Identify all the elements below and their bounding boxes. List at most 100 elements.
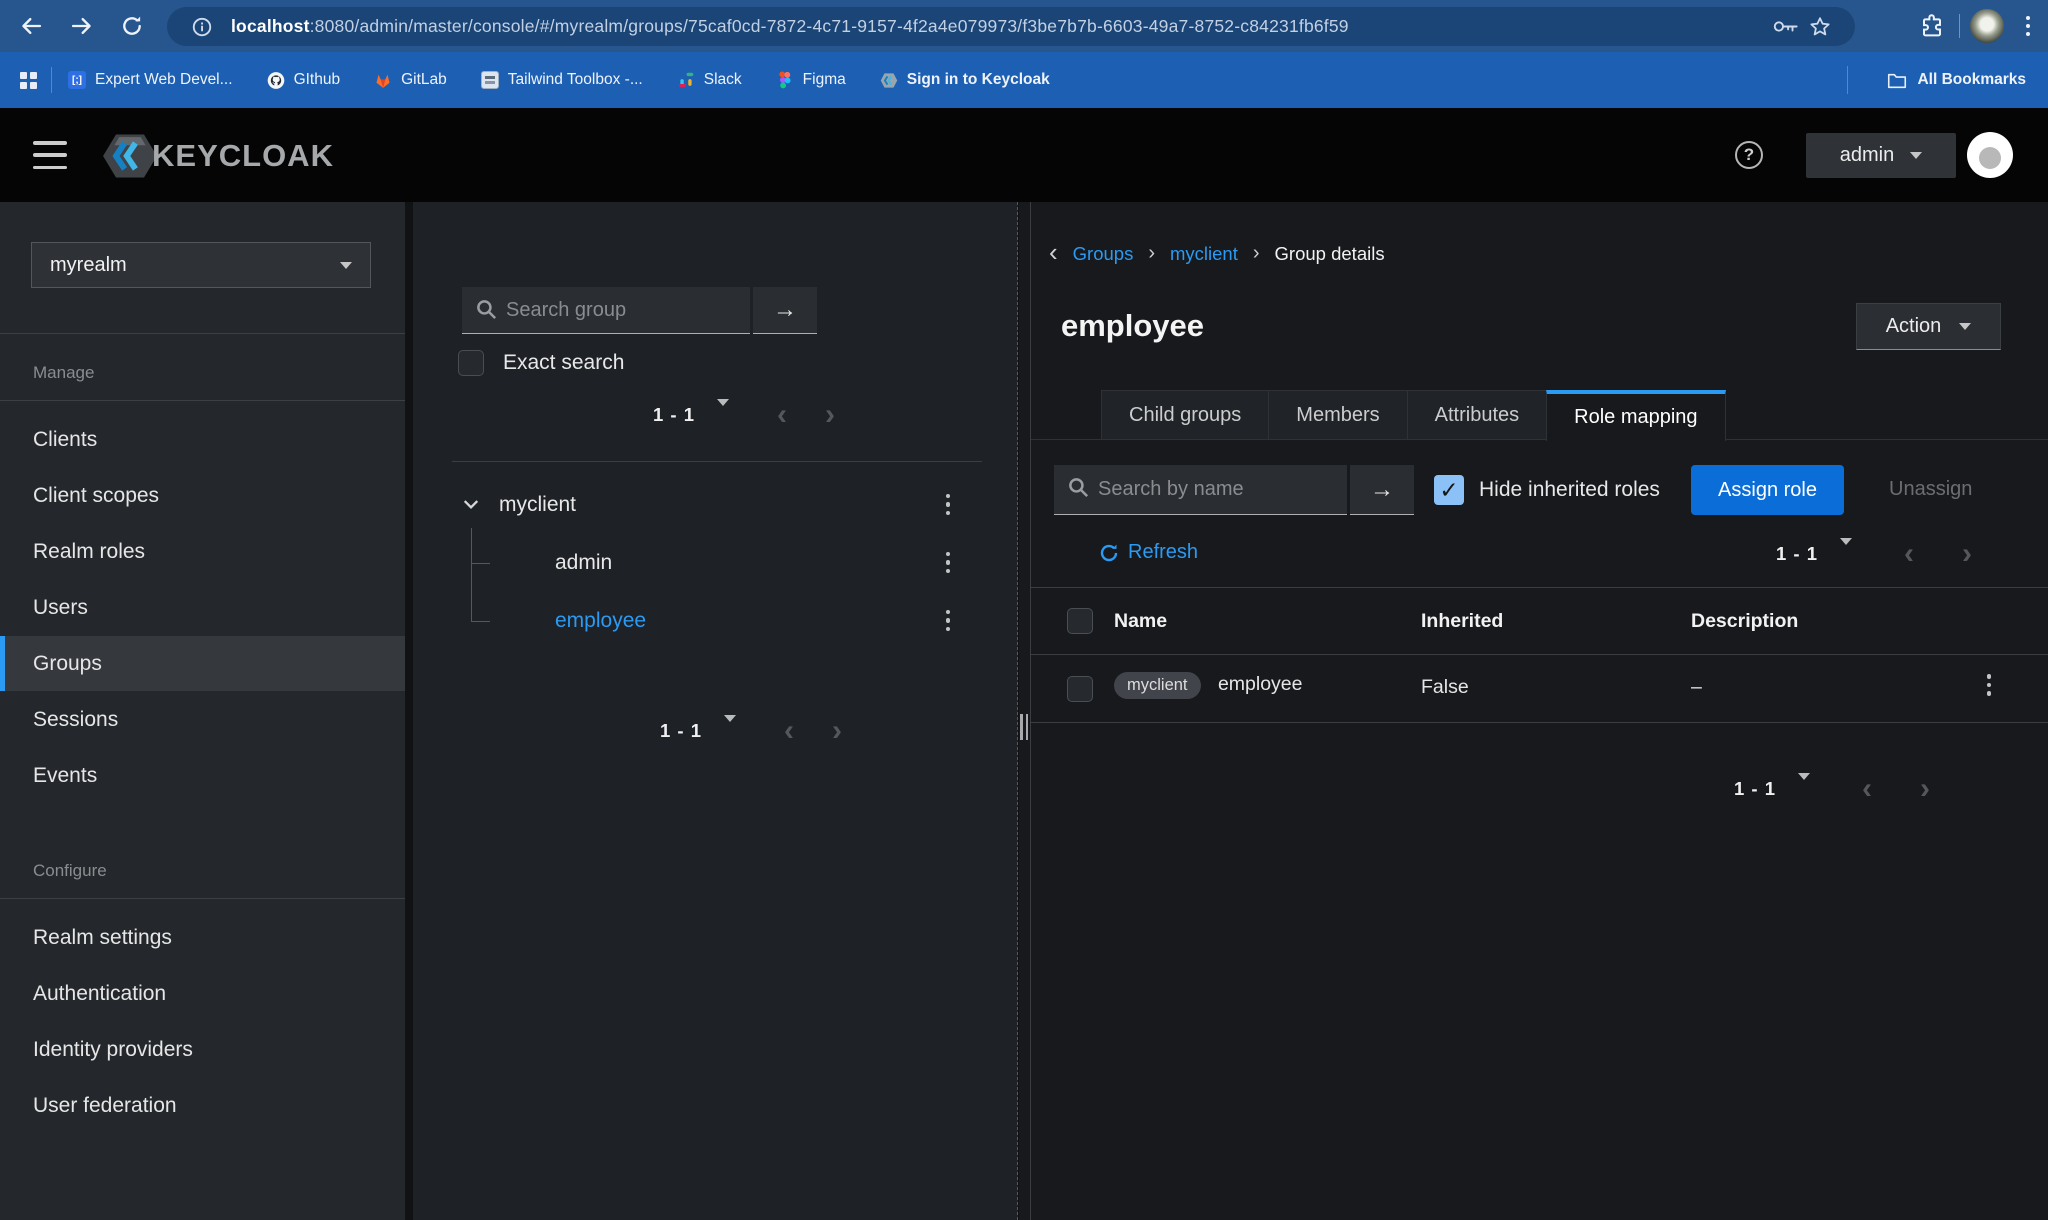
pagination-options-toggle[interactable] — [1840, 545, 1852, 563]
table-row[interactable]: myclient employee False – — [1031, 655, 2048, 723]
user-dropdown[interactable]: admin — [1806, 133, 1956, 178]
password-key-icon[interactable] — [1769, 10, 1803, 44]
nav-toggle-hamburger-icon[interactable] — [33, 141, 67, 169]
extensions-puzzle-icon[interactable] — [1915, 9, 1949, 43]
chevron-down-icon[interactable] — [463, 499, 479, 510]
search-icon — [1068, 477, 1089, 498]
sidebar-nav: myrealm Manage Clients Client scopes Rea… — [0, 202, 405, 1220]
role-search-input[interactable] — [1054, 465, 1347, 515]
pagination-options-toggle[interactable] — [724, 722, 736, 740]
sidebar-item-user-federation[interactable]: User federation — [0, 1078, 405, 1133]
realm-selector[interactable]: myrealm — [31, 242, 371, 288]
sidebar-item-groups[interactable]: Groups — [0, 636, 405, 691]
sidebar-item-clients[interactable]: Clients — [0, 412, 405, 467]
pagination-prev-button[interactable]: ‹ — [1862, 774, 1872, 804]
admin-kebab-menu-icon[interactable] — [938, 552, 958, 574]
site-info-icon[interactable] — [185, 10, 219, 44]
row-kebab-menu-icon[interactable] — [1979, 674, 1999, 696]
browser-forward-button[interactable] — [62, 6, 102, 46]
sidebar-item-identity-providers[interactable]: Identity providers — [0, 1022, 405, 1077]
group-tabs: Child groups Members Attributes Role map… — [1101, 390, 1725, 440]
breadcrumb-groups-link[interactable]: Groups — [1073, 243, 1134, 265]
role-search-submit-button[interactable]: → — [1350, 465, 1414, 515]
group-details-panel: ‹ Groups › myclient › Group details empl… — [1030, 202, 2048, 1220]
role-name: employee — [1218, 673, 1303, 695]
column-header-description[interactable]: Description — [1691, 610, 1798, 633]
pagination-next-button[interactable]: › — [1920, 774, 1930, 804]
tree-node-admin[interactable]: admin — [413, 535, 1018, 590]
sidebar-item-client-scopes[interactable]: Client scopes — [0, 468, 405, 523]
description-cell: – — [1691, 676, 1702, 699]
myclient-kebab-menu-icon[interactable] — [938, 494, 958, 516]
keycloak-logo[interactable]: KEYCLOAK — [102, 132, 334, 180]
tab-role-mapping[interactable]: Role mapping — [1546, 390, 1725, 441]
splitter-drag-handle-icon[interactable] — [1020, 714, 1028, 740]
employee-kebab-menu-icon[interactable] — [938, 610, 958, 632]
tree-node-myclient[interactable]: myclient — [413, 477, 1018, 532]
tree-node-label[interactable]: myclient — [499, 493, 576, 517]
bookmark-label: GIthub — [294, 71, 341, 89]
column-header-inherited[interactable]: Inherited — [1421, 610, 1503, 633]
hide-inherited-roles-checkbox[interactable]: ✓ — [1434, 475, 1464, 505]
bookmark-figma[interactable]: Figma — [776, 71, 846, 89]
sidebar-item-realm-roles[interactable]: Realm roles — [0, 524, 405, 579]
sidebar-item-events[interactable]: Events — [0, 748, 405, 803]
tree-node-label[interactable]: employee — [555, 609, 646, 633]
panel-splitter[interactable] — [1019, 202, 1030, 1220]
user-avatar[interactable] — [1967, 132, 2013, 178]
url-host: localhost — [231, 16, 310, 36]
pagination-next-button[interactable]: › — [1962, 539, 1972, 569]
pagination-prev-button[interactable]: ‹ — [777, 400, 787, 430]
tab-child-groups[interactable]: Child groups — [1101, 390, 1269, 440]
breadcrumb-back-icon[interactable]: ‹ — [1049, 239, 1058, 265]
group-search-input[interactable] — [462, 287, 750, 334]
exact-search-checkbox[interactable] — [458, 350, 484, 376]
browser-reload-button[interactable] — [112, 6, 152, 46]
bookmark-label: Sign in to Keycloak — [907, 71, 1050, 89]
sidebar-item-users[interactable]: Users — [0, 580, 405, 635]
tree-node-label[interactable]: admin — [555, 551, 612, 575]
all-bookmarks-button[interactable]: All Bookmarks — [1887, 71, 2026, 89]
select-all-checkbox[interactable] — [1067, 608, 1093, 634]
refresh-link[interactable]: Refresh — [1099, 541, 1198, 564]
bookmark-gitlab[interactable]: GitLab — [374, 71, 447, 89]
pagination-options-toggle[interactable] — [1798, 780, 1810, 798]
pagination-next-button[interactable]: › — [832, 716, 842, 746]
bookmark-tailwind-toolbox[interactable]: Tailwind Toolbox -... — [481, 71, 643, 89]
gitlab-favicon — [374, 71, 392, 89]
bookmark-github[interactable]: GIthub — [267, 71, 341, 89]
apps-grid-icon[interactable] — [20, 72, 37, 89]
bookmark-slack[interactable]: Slack — [677, 71, 742, 89]
bookmark-expert-web[interactable]: [;] Expert Web Devel... — [68, 71, 233, 89]
tabs-underline — [1031, 439, 2048, 440]
bookmark-keycloak[interactable]: Sign in to Keycloak — [880, 71, 1050, 89]
bookmark-star-icon[interactable] — [1803, 10, 1837, 44]
column-header-name[interactable]: Name — [1114, 610, 1167, 633]
sidebar-item-realm-settings[interactable]: Realm settings — [0, 910, 405, 965]
role-name-cell: myclient employee — [1114, 672, 1303, 699]
action-dropdown-button[interactable]: Action — [1856, 303, 2001, 350]
chevron-down-icon — [340, 262, 352, 269]
browser-profile-avatar[interactable] — [1970, 9, 2004, 43]
row-checkbox[interactable] — [1067, 676, 1093, 702]
assign-role-button[interactable]: Assign role — [1691, 465, 1844, 515]
browser-back-button[interactable] — [11, 6, 51, 46]
breadcrumb-myclient-link[interactable]: myclient — [1170, 243, 1238, 265]
pagination-prev-button[interactable]: ‹ — [1904, 539, 1914, 569]
browser-menu-icon[interactable] — [2026, 16, 2030, 36]
sidebar-item-sessions[interactable]: Sessions — [0, 692, 405, 747]
groups-tree-panel: → Exact search 1 - 1 ‹ › myclient admin — [413, 202, 1018, 1220]
pagination-next-button[interactable]: › — [825, 400, 835, 430]
tree-node-employee[interactable]: employee — [413, 593, 1018, 648]
tab-attributes[interactable]: Attributes — [1407, 390, 1547, 440]
search-icon — [476, 299, 497, 320]
unassign-button[interactable]: Unassign — [1889, 478, 1972, 501]
pagination-options-toggle[interactable] — [717, 406, 729, 424]
tab-members[interactable]: Members — [1268, 390, 1407, 440]
pagination-prev-button[interactable]: ‹ — [784, 716, 794, 746]
sidebar-item-authentication[interactable]: Authentication — [0, 966, 405, 1021]
help-icon[interactable]: ? — [1735, 141, 1763, 169]
group-search-submit-button[interactable]: → — [753, 287, 817, 334]
address-bar[interactable]: localhost:8080/admin/master/console/#/my… — [167, 7, 1855, 46]
bookmark-label: Expert Web Devel... — [95, 71, 233, 89]
